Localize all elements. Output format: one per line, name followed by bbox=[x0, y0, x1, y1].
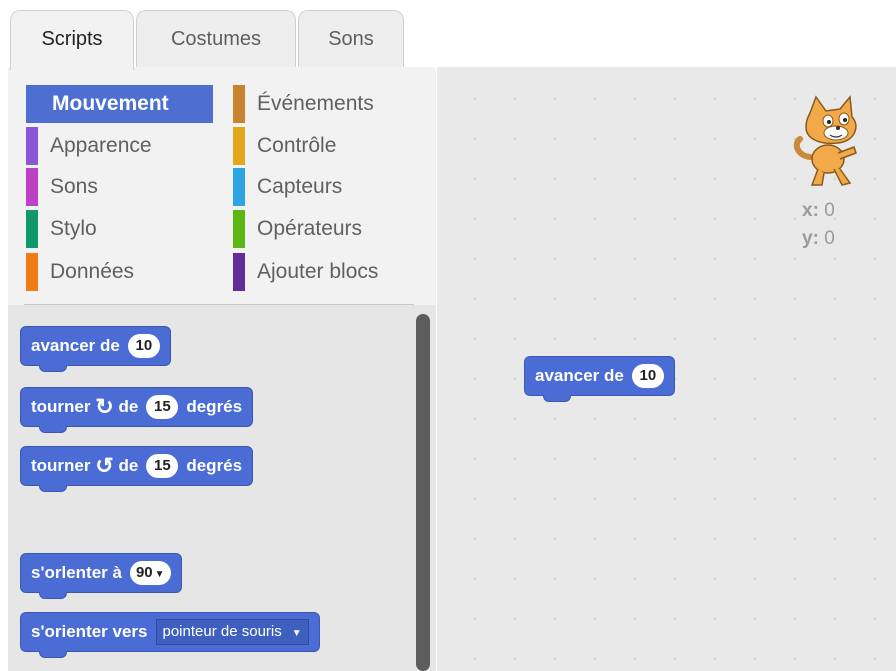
tab-bar: Costumes Sons Scripts bbox=[0, 0, 896, 70]
category-ajouter-blocs[interactable]: Ajouter blocs bbox=[233, 253, 378, 291]
category-mouvement[interactable]: Mouvement bbox=[26, 85, 213, 123]
degrees-input[interactable]: 15 bbox=[146, 454, 179, 478]
script-block-move-steps[interactable]: avancer de 10 bbox=[524, 356, 675, 402]
category-apparence[interactable]: Apparence bbox=[26, 127, 152, 165]
degrees-input[interactable]: 15 bbox=[146, 395, 179, 419]
category-label: Capteurs bbox=[257, 175, 343, 198]
target-dropdown[interactable]: pointeur de souris bbox=[155, 619, 309, 645]
sprite-y-coordinate: y: 0 bbox=[802, 228, 835, 250]
category-label: Mouvement bbox=[52, 92, 169, 115]
tab-scripts[interactable]: Scripts bbox=[10, 10, 134, 70]
palette-scrollbar[interactable] bbox=[416, 314, 430, 671]
category-evenements[interactable]: Événements bbox=[233, 85, 374, 123]
category-sons[interactable]: Sons bbox=[26, 168, 98, 206]
block-label: tourner bbox=[31, 397, 91, 416]
sprite-x-coordinate: x: 0 bbox=[802, 200, 835, 222]
direction-dropdown[interactable]: 90 bbox=[129, 561, 171, 585]
tab-costumes[interactable]: Costumes bbox=[136, 10, 296, 68]
category-label: Données bbox=[50, 260, 135, 283]
category-color-swatch bbox=[233, 127, 245, 165]
y-value: 0 bbox=[824, 228, 835, 249]
category-color-swatch bbox=[233, 85, 245, 123]
category-label: Sons bbox=[50, 175, 98, 198]
rotate-counterclockwise-icon: ↺ bbox=[95, 453, 114, 478]
block-label: de bbox=[118, 397, 139, 416]
block-label: tourner bbox=[31, 456, 91, 475]
steps-input[interactable]: 10 bbox=[631, 364, 664, 388]
tab-sons[interactable]: Sons bbox=[298, 10, 404, 68]
category-label: Événements bbox=[257, 92, 374, 115]
category-donnees[interactable]: Données bbox=[26, 253, 134, 291]
category-list: Mouvement Apparence Sons Stylo Données É… bbox=[8, 67, 436, 305]
category-capteurs[interactable]: Capteurs bbox=[233, 168, 342, 206]
category-color-swatch bbox=[233, 168, 245, 206]
category-operateurs[interactable]: Opérateurs bbox=[233, 210, 362, 248]
category-color-swatch bbox=[26, 210, 38, 248]
category-label: Ajouter blocs bbox=[257, 260, 379, 283]
x-label: x: bbox=[802, 200, 819, 221]
category-controle[interactable]: Contrôle bbox=[233, 127, 336, 165]
rotate-clockwise-icon: ↻ bbox=[95, 394, 114, 419]
category-label: Contrôle bbox=[257, 134, 337, 157]
category-color-swatch bbox=[26, 168, 38, 206]
block-point-towards[interactable]: s'orienter vers pointeur de souris bbox=[20, 612, 320, 658]
block-label: degrés bbox=[186, 456, 243, 475]
scratch-editor: Costumes Sons Scripts Mouvement Apparenc… bbox=[0, 0, 896, 671]
category-color-swatch bbox=[26, 127, 38, 165]
category-label: Apparence bbox=[50, 134, 152, 157]
category-color-swatch bbox=[233, 210, 245, 248]
block-label: degrés bbox=[186, 397, 243, 416]
block-move-steps[interactable]: avancer de 10 bbox=[20, 326, 171, 372]
block-turn-left[interactable]: tourner ↺ de 15 degrés bbox=[20, 446, 254, 492]
category-color-swatch bbox=[26, 253, 38, 291]
block-label: s'orlenter à bbox=[31, 563, 122, 582]
y-label: y: bbox=[802, 228, 819, 249]
category-label: Stylo bbox=[50, 217, 97, 240]
block-label: de bbox=[118, 456, 139, 475]
category-color-swatch bbox=[233, 253, 245, 291]
category-stylo[interactable]: Stylo bbox=[26, 210, 97, 248]
block-label: s'orienter vers bbox=[31, 622, 148, 641]
steps-input[interactable]: 10 bbox=[127, 334, 160, 358]
block-label: avancer de bbox=[31, 336, 120, 355]
block-turn-right[interactable]: tourner ↻ de 15 degrés bbox=[20, 387, 254, 433]
block-point-direction[interactable]: s'orlenter à 90 bbox=[20, 553, 182, 599]
category-label: Opérateurs bbox=[257, 217, 363, 240]
x-value: 0 bbox=[824, 200, 835, 221]
block-label: avancer de bbox=[535, 366, 624, 385]
cat-sprite-icon bbox=[793, 95, 857, 186]
